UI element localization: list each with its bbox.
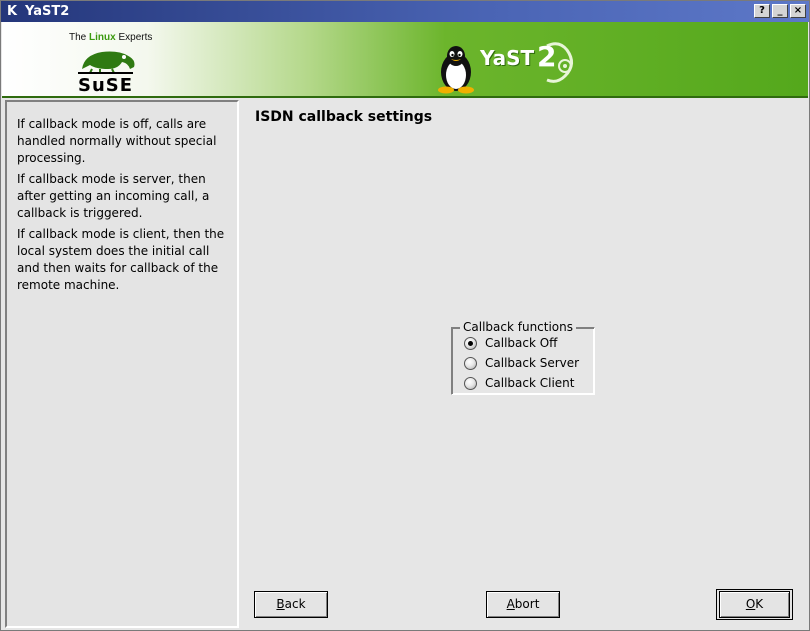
radio-label[interactable]: Callback Off <box>485 336 557 350</box>
back-accel: B <box>276 597 285 611</box>
suse-chameleon-icon <box>82 51 135 73</box>
group-title: Callback functions <box>460 321 577 334</box>
radio-label[interactable]: Callback Client <box>485 376 574 390</box>
minimize-icon[interactable]: _ <box>772 4 788 18</box>
tagline: The Linux Experts <box>69 32 152 43</box>
abort-label: bort <box>514 597 540 611</box>
radio-button-icon[interactable] <box>464 336 477 350</box>
callback-functions-group: Callback functions Callback Off Callback… <box>451 321 595 395</box>
page-title: ISDN callback settings <box>255 109 433 125</box>
abort-accel: A <box>506 597 515 611</box>
suse-banner: The Linux Experts SuSE 2 YaST <box>2 22 808 98</box>
radio-callback-server[interactable]: Callback Server <box>464 356 579 370</box>
close-icon[interactable]: × <box>790 4 806 18</box>
radio-label[interactable]: Callback Server <box>485 356 579 370</box>
help-paragraph: If callback mode is client, then the loc… <box>17 227 225 292</box>
kde-window-menu-icon[interactable]: K <box>7 4 21 19</box>
back-label: ack <box>284 597 306 611</box>
tux-penguin-icon <box>438 46 474 94</box>
window-title: YaST2 <box>25 4 70 19</box>
main-content: ISDN callback settings Callback function… <box>241 100 807 628</box>
help-icon[interactable]: ? <box>754 4 770 18</box>
suse-wordmark: SuSE <box>78 72 134 96</box>
help-text: If callback mode is off, calls are handl… <box>17 116 231 298</box>
ok-button[interactable]: OK <box>719 591 790 618</box>
ok-button-frame[interactable]: OK <box>716 589 793 620</box>
radio-button-icon[interactable] <box>464 376 477 390</box>
radio-button-icon[interactable] <box>464 356 477 370</box>
abort-button[interactable]: Abort <box>486 591 560 618</box>
suse-text: SuSE <box>78 75 134 96</box>
yast-version: 2 <box>537 40 556 73</box>
title-bar[interactable]: K YaST2 ? _ × <box>1 1 809 22</box>
help-paragraph: If callback mode is server, then after g… <box>17 172 210 220</box>
ok-label: K <box>755 597 764 611</box>
radio-callback-off[interactable]: Callback Off <box>464 336 557 350</box>
back-button[interactable]: Back <box>254 591 328 618</box>
yast2-window: K YaST2 ? _ × The Linux Experts SuSE 2 Y… <box>0 0 810 631</box>
help-paragraph: If callback mode is off, calls are handl… <box>17 117 217 165</box>
yast-wordmark: YaST <box>480 46 535 70</box>
title-bar-buttons: ? _ × <box>754 4 806 18</box>
radio-callback-client[interactable]: Callback Client <box>464 376 574 390</box>
tagline-suffix: Experts <box>115 32 153 43</box>
ok-accel: O <box>745 597 756 611</box>
tagline-highlight: Linux <box>89 32 116 43</box>
tagline-prefix: The <box>69 32 90 43</box>
help-panel[interactable]: If callback mode is off, calls are handl… <box>5 100 239 628</box>
